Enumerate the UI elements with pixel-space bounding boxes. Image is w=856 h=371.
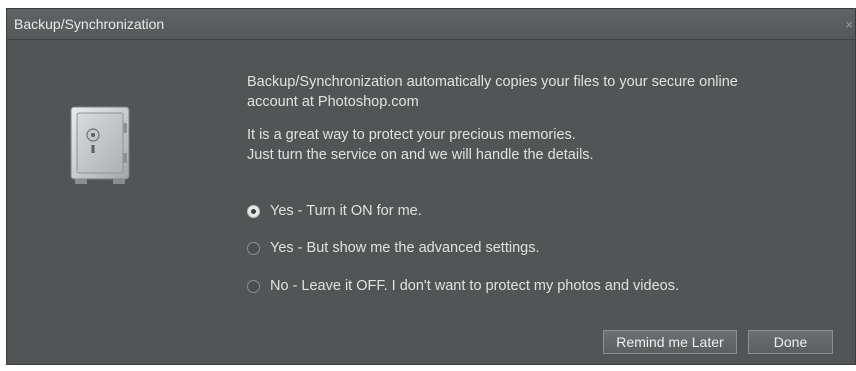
benefit-line-1: It is a great way to protect your precio… bbox=[247, 127, 576, 143]
radio-unselected-icon[interactable] bbox=[247, 279, 260, 293]
title-bar[interactable]: Backup/Synchronization × bbox=[7, 9, 855, 40]
backup-sync-dialog: Backup/Synchronization × Backup/Synchron… bbox=[6, 8, 856, 365]
option-label: Yes - Turn it ON for me. bbox=[270, 203, 422, 219]
radio-selected-icon[interactable] bbox=[247, 204, 260, 218]
window-title: Backup/Synchronization bbox=[14, 16, 165, 32]
description-line-2: account at Photoshop.com bbox=[247, 94, 419, 110]
close-icon[interactable]: × bbox=[845, 17, 853, 32]
description-paragraph: Backup/Synchronization automatically cop… bbox=[247, 72, 837, 112]
option-turn-on[interactable]: Yes - Turn it ON for me. bbox=[247, 201, 422, 221]
option-leave-off[interactable]: No - Leave it OFF. I don't want to prote… bbox=[247, 276, 679, 296]
benefit-paragraph: It is a great way to protect your precio… bbox=[247, 125, 837, 165]
remind-later-button[interactable]: Remind me Later bbox=[603, 330, 737, 354]
safe-icon bbox=[69, 105, 133, 189]
radio-unselected-icon[interactable] bbox=[247, 241, 260, 255]
done-button[interactable]: Done bbox=[748, 330, 833, 354]
benefit-line-2: Just turn the service on and we will han… bbox=[247, 147, 594, 163]
description-line-1: Backup/Synchronization automatically cop… bbox=[247, 74, 738, 90]
option-label: Yes - But show me the advanced settings. bbox=[270, 240, 540, 256]
option-label: No - Leave it OFF. I don't want to prote… bbox=[270, 278, 679, 294]
option-advanced-settings[interactable]: Yes - But show me the advanced settings. bbox=[247, 238, 539, 258]
